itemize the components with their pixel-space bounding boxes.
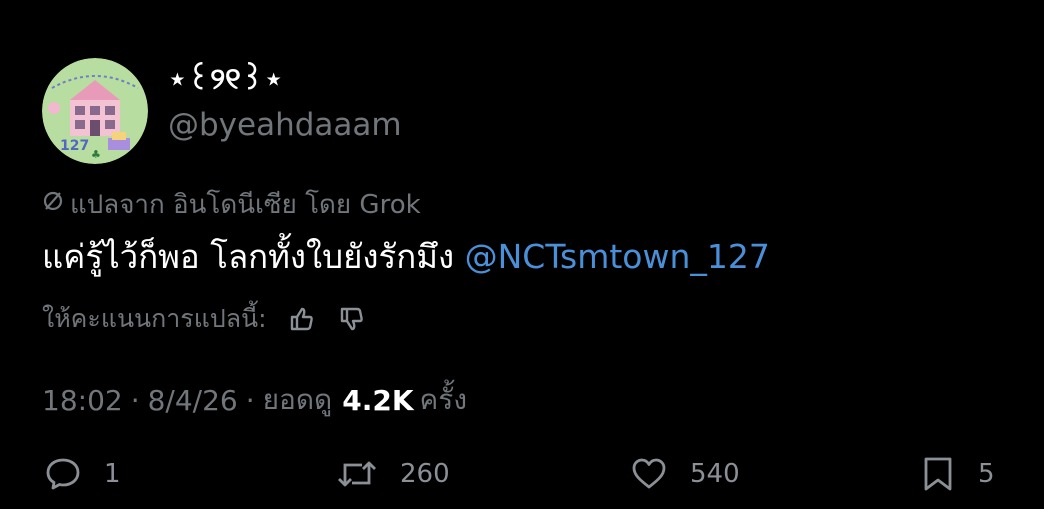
display-name[interactable]: ⋆꒰୨୧꒱⋆	[168, 62, 283, 98]
translation-note: แปลจาก อินโดนีเซีย โดย Grok	[42, 186, 421, 222]
rate-label: ให้คะแนนการแปลนี้:	[42, 304, 267, 333]
mention-link[interactable]: @NCTsmtown_127	[465, 237, 770, 276]
svg-text:127: 127	[60, 138, 89, 154]
views-count[interactable]: 4.2K	[342, 384, 413, 417]
thumbs-up-icon[interactable]	[287, 304, 317, 334]
heart-icon	[630, 455, 668, 493]
reply-icon	[44, 455, 82, 493]
bookmark-icon	[920, 455, 956, 493]
reply-count: 1	[104, 459, 121, 489]
avatar-house-illustration-icon: 127 ♣	[42, 58, 148, 164]
meta-separator: ·	[245, 383, 255, 417]
tweet-body: แค่รู้ไว้ก็พอ โลกทั้งใบยังรักมึง	[42, 237, 465, 276]
like-count: 540	[690, 459, 740, 489]
translation-note-label: แปลจาก อินโดนีเซีย โดย Grok	[70, 189, 421, 220]
avatar[interactable]: 127 ♣	[42, 58, 148, 164]
meta-separator: ·	[130, 383, 140, 417]
tweet-text: แค่รู้ไว้ก็พอ โลกทั้งใบยังรักมึง @NCTsmt…	[42, 233, 770, 281]
retweet-button[interactable]: 260	[336, 452, 450, 496]
bookmark-count: 5	[978, 459, 995, 489]
tweet-date[interactable]: 8/4/26	[148, 384, 238, 417]
user-handle[interactable]: @byeahdaaam	[168, 106, 402, 144]
thumbs-down-icon[interactable]	[337, 304, 367, 334]
tweet-time[interactable]: 18:02	[42, 384, 123, 417]
translate-icon	[42, 189, 64, 219]
reply-button[interactable]: 1	[44, 452, 121, 496]
views-suffix: ครั้ง	[419, 383, 467, 416]
retweet-count: 260	[400, 459, 450, 489]
like-button[interactable]: 540	[630, 452, 740, 496]
tweet-meta: 18:02 · 8/4/26 · ยอดดู 4.2K ครั้ง	[42, 378, 467, 422]
rate-translation: ให้คะแนนการแปลนี้:	[42, 298, 367, 340]
bookmark-button[interactable]: 5	[920, 452, 995, 496]
retweet-icon	[336, 455, 378, 493]
views-label: ยอดดู	[262, 383, 333, 416]
svg-text:♣: ♣	[91, 148, 101, 161]
